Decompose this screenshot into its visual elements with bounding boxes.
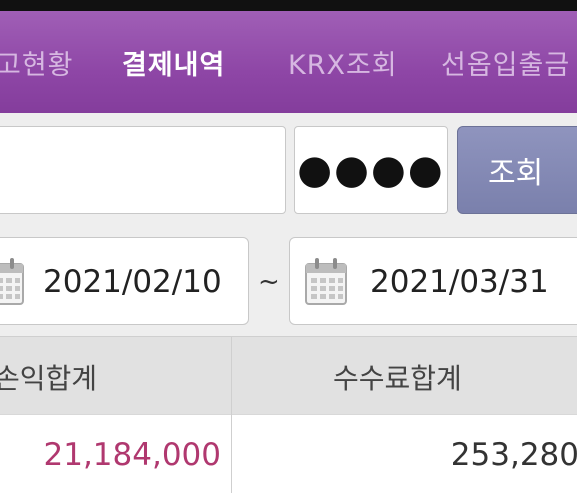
search-button[interactable]: 조회 bbox=[457, 126, 577, 214]
start-date-picker[interactable]: 2021/02/10 bbox=[0, 237, 249, 325]
calendar-icon bbox=[305, 258, 347, 305]
table-row: 21,184,000 253,280 bbox=[0, 414, 577, 493]
password-field[interactable]: ●●●● bbox=[294, 126, 448, 214]
fee-total-value: 253,280 bbox=[450, 437, 577, 473]
tab-bar: 고현황 결제내역 KRX조회 선옵입출금 bbox=[0, 11, 577, 113]
column-divider bbox=[231, 336, 232, 493]
fee-total-header: 수수료합계 bbox=[333, 362, 462, 395]
end-date-picker[interactable]: 2021/03/31 bbox=[289, 237, 577, 325]
summary-table-header: 손익합계 수수료합계 bbox=[0, 336, 577, 414]
tab-settlement-history[interactable]: 결제내역 bbox=[122, 43, 225, 82]
profit-total-value: 21,184,000 bbox=[43, 437, 222, 473]
account-input[interactable] bbox=[0, 126, 286, 214]
calendar-icon bbox=[0, 258, 24, 305]
tab-holdings[interactable]: 고현황 bbox=[0, 43, 74, 82]
start-date-value: 2021/02/10 bbox=[43, 264, 222, 300]
date-separator: ~ bbox=[258, 267, 280, 297]
account-form: ●●●● 조회 bbox=[0, 113, 577, 225]
end-date-value: 2021/03/31 bbox=[370, 264, 549, 300]
status-bar bbox=[0, 0, 577, 11]
tab-futures-deposit-withdrawal[interactable]: 선옵입출금 bbox=[441, 43, 570, 82]
profit-total-header: 손익합계 bbox=[0, 362, 98, 395]
date-range-filter: 2021/02/10 ~ 2021/03/31 bbox=[0, 225, 577, 336]
tab-krx-inquiry[interactable]: KRX조회 bbox=[288, 43, 398, 82]
